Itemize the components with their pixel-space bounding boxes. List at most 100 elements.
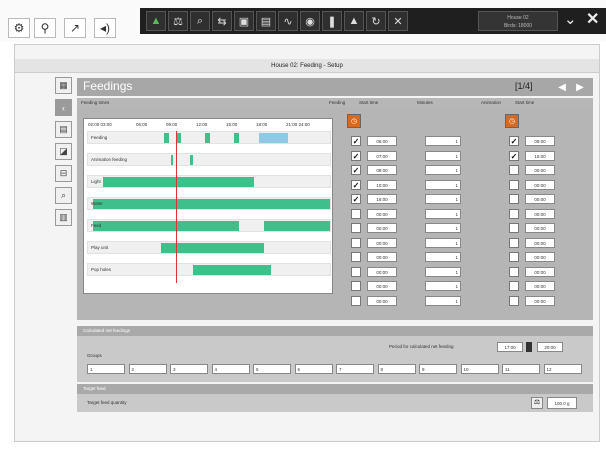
feeding-minutes[interactable]: 1 xyxy=(425,281,461,291)
timeline-segment[interactable] xyxy=(234,133,240,143)
period-from-field[interactable]: 17:00 xyxy=(497,342,523,352)
group-field[interactable]: 4 xyxy=(211,364,250,374)
prev-page-icon[interactable]: ◀ xyxy=(555,80,569,94)
feeding-checkbox[interactable] xyxy=(351,295,361,306)
feeding-start-time[interactable]: 08:00 xyxy=(367,165,397,175)
feeding-checkbox[interactable] xyxy=(351,266,361,277)
group-field[interactable]: 8 xyxy=(377,364,416,374)
feeding-minutes[interactable]: 1 xyxy=(425,223,461,233)
feeding-start-time[interactable]: 07:00 xyxy=(367,150,397,161)
chart-icon[interactable]: ▤ xyxy=(256,11,276,31)
image-icon[interactable]: ◪ xyxy=(55,143,72,160)
feeding-start-time[interactable]: 00:00 xyxy=(367,252,397,262)
animation-start-time[interactable]: 00:00 xyxy=(525,179,555,190)
animation-checkbox[interactable] xyxy=(509,295,519,306)
feeding-clock-icon[interactable]: ◷ xyxy=(347,114,361,128)
next-page-icon[interactable]: ▶ xyxy=(573,80,587,94)
search-settings-icon[interactable]: ⚙ xyxy=(8,18,30,38)
gauge-icon[interactable]: ◉ xyxy=(300,11,320,31)
timeline-segment[interactable] xyxy=(205,133,210,143)
animation-start-time[interactable]: 09:00 xyxy=(525,136,555,146)
animation-start-time[interactable]: 00:00 xyxy=(525,165,555,175)
timeline-segment[interactable] xyxy=(163,133,169,143)
feeding-checkbox[interactable] xyxy=(351,223,361,233)
scale-icon[interactable]: ⚖ xyxy=(168,11,188,31)
water-icon[interactable]: ❚ xyxy=(322,11,342,31)
feeding-minutes[interactable]: 1 xyxy=(425,179,461,190)
feeding-checkbox[interactable] xyxy=(351,252,361,262)
group-field[interactable]: 1 xyxy=(87,364,125,374)
target-feed-field[interactable]: 100.0 g xyxy=(547,397,577,409)
animation-start-time[interactable]: 00:00 xyxy=(525,208,555,219)
feeding-checkbox[interactable]: ✓ xyxy=(351,136,361,146)
animation-checkbox[interactable] xyxy=(509,223,519,233)
chevron-down-icon[interactable]: ⌄ xyxy=(564,10,577,28)
group-field[interactable]: 11 xyxy=(502,364,540,374)
period-dropdown-icon[interactable] xyxy=(526,342,532,352)
feeding-checkbox[interactable] xyxy=(351,208,361,219)
feeding-start-time[interactable]: 06:00 xyxy=(367,136,397,146)
feeding-minutes[interactable]: 1 xyxy=(425,252,461,262)
animation-checkbox[interactable] xyxy=(509,281,519,291)
feeding-checkbox[interactable]: ✓ xyxy=(351,165,361,175)
group-field[interactable]: 5 xyxy=(253,364,291,374)
animation-checkbox[interactable] xyxy=(509,237,519,248)
timeline-segment[interactable] xyxy=(192,265,271,275)
timeline-segment[interactable] xyxy=(102,177,254,187)
feeding-minutes[interactable]: 1 xyxy=(425,266,461,277)
scale-icon[interactable]: ⚖ xyxy=(531,397,543,409)
feeding-start-time[interactable]: 00:00 xyxy=(367,266,397,277)
close-icon[interactable]: ✕ xyxy=(586,9,599,29)
animation-start-time[interactable]: 00:00 xyxy=(525,237,555,248)
group-field[interactable]: 7 xyxy=(336,364,374,374)
feeding-minutes[interactable]: 1 xyxy=(425,136,461,146)
animation-start-time[interactable]: 00:00 xyxy=(525,194,555,204)
animation-start-time[interactable]: 00:00 xyxy=(525,266,555,277)
animation-checkbox[interactable] xyxy=(509,208,519,219)
animation-checkbox[interactable] xyxy=(509,252,519,262)
feeding-start-time[interactable]: 10:00 xyxy=(367,179,397,190)
group-field[interactable]: 2 xyxy=(128,364,167,374)
feeding-minutes[interactable]: 1 xyxy=(425,237,461,248)
table-icon[interactable]: ▥ xyxy=(55,209,72,226)
animation-start-time[interactable]: 00:00 xyxy=(525,223,555,233)
group-field[interactable]: 12 xyxy=(543,364,582,374)
animation-checkbox[interactable]: ✓ xyxy=(509,136,519,146)
animation-clock-icon[interactable]: ◷ xyxy=(505,114,519,128)
animation-start-time[interactable]: 00:00 xyxy=(525,281,555,291)
timeline-segment[interactable] xyxy=(92,199,330,209)
timeline-segment[interactable] xyxy=(170,155,174,165)
feeding-checkbox[interactable] xyxy=(351,237,361,248)
grid-settings-icon[interactable]: ⚲ xyxy=(34,18,56,38)
lock-icon[interactable]: ⊟ xyxy=(55,165,72,182)
back-arrow-icon[interactable]: ‹ xyxy=(55,99,72,116)
house-selector[interactable]: House 02 Birds: 18000 xyxy=(478,11,558,31)
timeline-segment[interactable] xyxy=(263,221,330,231)
feeding-start-time[interactable]: 00:00 xyxy=(367,223,397,233)
doc-icon[interactable]: ▤ xyxy=(55,121,72,138)
feeding-minutes[interactable]: 1 xyxy=(425,165,461,175)
curve-icon[interactable]: ∿ xyxy=(278,11,298,31)
grid-view-icon[interactable]: ▦ xyxy=(55,77,72,94)
group-field[interactable]: 10 xyxy=(460,364,499,374)
feeding-minutes[interactable]: 1 xyxy=(425,208,461,219)
settings-toggle-icon[interactable]: ⇆ xyxy=(212,11,232,31)
timeline-segment[interactable] xyxy=(258,133,289,143)
timeline-segment[interactable] xyxy=(190,155,193,165)
animation-checkbox[interactable] xyxy=(509,194,519,204)
feeding-start-time[interactable]: 00:00 xyxy=(367,237,397,248)
animation-start-time[interactable]: 15:00 xyxy=(525,150,555,161)
timeline-segment[interactable] xyxy=(92,221,240,231)
feeding-start-time[interactable]: 00:00 xyxy=(367,281,397,291)
magnify-icon[interactable]: ⌕ xyxy=(190,11,210,31)
recycle-icon[interactable]: ↻ xyxy=(366,11,386,31)
group-field[interactable]: 3 xyxy=(170,364,208,374)
feeding-minutes[interactable]: 1 xyxy=(425,295,461,306)
graph-icon[interactable]: ↗ xyxy=(64,18,86,38)
tools-icon[interactable]: ✕ xyxy=(388,11,408,31)
animation-checkbox[interactable] xyxy=(509,165,519,175)
mountain-icon[interactable]: ▲ xyxy=(344,11,364,31)
feeding-checkbox[interactable]: ✓ xyxy=(351,150,361,161)
feeder-icon[interactable]: ▲ xyxy=(146,11,166,31)
feeding-checkbox[interactable] xyxy=(351,281,361,291)
